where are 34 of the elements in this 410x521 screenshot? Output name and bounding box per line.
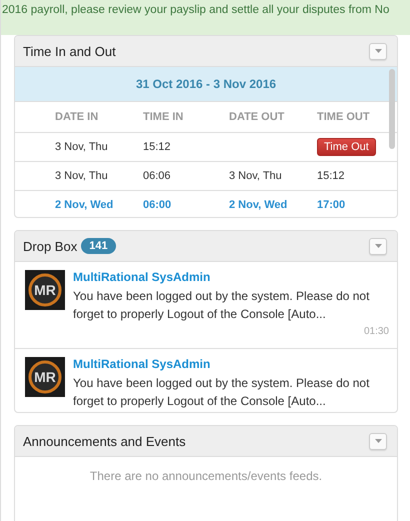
caret-icon bbox=[374, 49, 382, 53]
table-cell: 17:00 bbox=[317, 199, 346, 211]
column-header: TIME IN bbox=[143, 102, 229, 133]
sender-link[interactable]: MultiRational SysAdmin bbox=[73, 357, 389, 371]
avatar-logo: MR bbox=[25, 270, 65, 310]
table-cell: 2 Nov, Wed bbox=[55, 199, 114, 211]
table-cell: 3 Nov, Thu bbox=[55, 170, 108, 182]
caret-icon bbox=[374, 244, 382, 248]
table-cell: 15:12 bbox=[317, 170, 345, 182]
message-time: 01:30 bbox=[364, 326, 389, 337]
collapse-button[interactable] bbox=[369, 42, 387, 60]
table-cell: 2 Nov, Wed bbox=[229, 199, 288, 211]
message-text: You have been logged out by the system. Please do not forget to properly Logout of the Console [Auto... bbox=[73, 288, 370, 323]
table-cell: 06:00 bbox=[143, 199, 172, 211]
message-text: You have been logged out by the system. Please do not forget to properly Logout of the Console [Auto... bbox=[73, 375, 370, 410]
date-range: 31 Oct 2016 - 3 Nov 2016 bbox=[15, 67, 397, 102]
empty-message: There are no announcements/events feeds. bbox=[90, 469, 322, 483]
caret-icon bbox=[374, 439, 382, 443]
time-out-button[interactable]: Time Out bbox=[317, 138, 376, 156]
panel-title: Drop Box bbox=[23, 238, 78, 254]
table-cell: 06:06 bbox=[143, 170, 171, 182]
panel-title: Time In and Out bbox=[23, 44, 116, 58]
column-header: DATE OUT bbox=[229, 102, 317, 133]
collapse-button[interactable] bbox=[369, 432, 387, 450]
count-badge: 141 bbox=[81, 238, 116, 254]
table-cell: 3 Nov, Thu bbox=[229, 170, 282, 182]
table-cell: 3 Nov, Thu bbox=[55, 141, 108, 153]
panel-title: Announcements and Events bbox=[23, 434, 186, 448]
sender-link[interactable]: MultiRational SysAdmin bbox=[73, 270, 389, 284]
table-cell: 15:12 bbox=[143, 141, 171, 153]
banner-message: 2016 payroll, please review your payslip and settle all your disputes from No bbox=[2, 4, 390, 16]
collapse-button[interactable] bbox=[369, 238, 387, 254]
column-header: DATE IN bbox=[55, 102, 143, 133]
avatar-logo: MR bbox=[25, 357, 65, 397]
